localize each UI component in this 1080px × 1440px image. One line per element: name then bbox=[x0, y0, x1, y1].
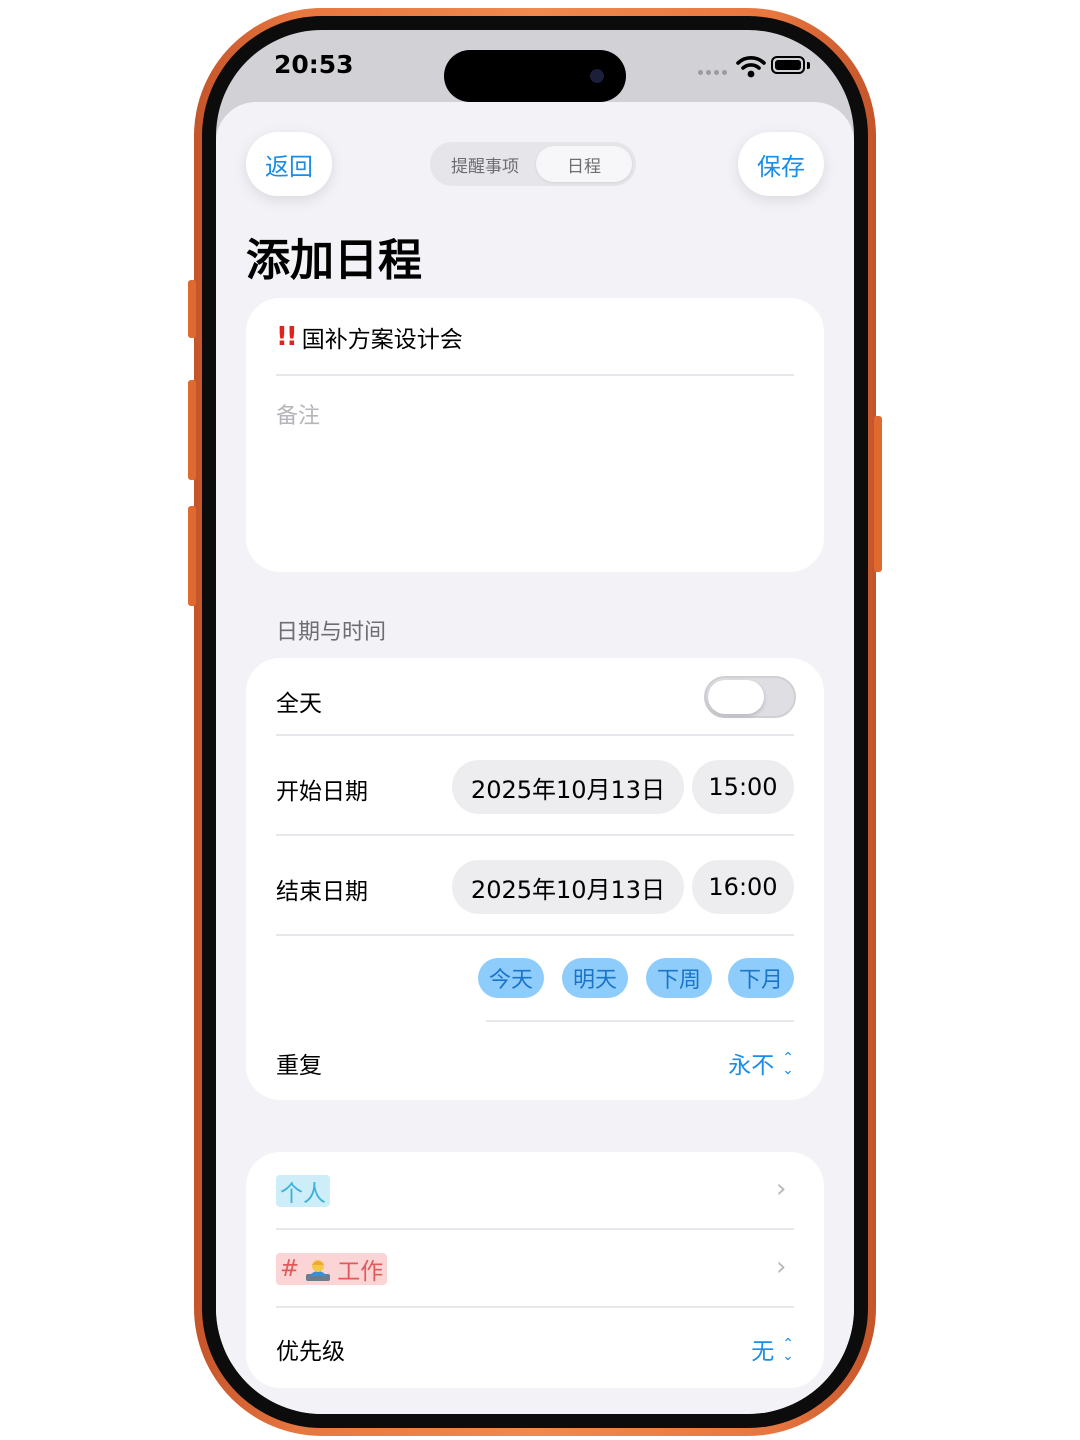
screen: 20:53 返回 提醒事项 日程 保存 添加日程 !! 国补方案设计会 备注 日… bbox=[216, 30, 854, 1414]
priority-selector[interactable]: 无 ⌃ ⌃ bbox=[751, 1332, 794, 1366]
end-time-picker[interactable]: 16:00 bbox=[692, 860, 794, 914]
start-date-picker[interactable]: 2025年10月13日 bbox=[452, 760, 684, 814]
segment-events[interactable]: 日程 bbox=[536, 146, 632, 182]
start-time-picker[interactable]: 15:00 bbox=[692, 760, 794, 814]
all-day-label: 全天 bbox=[276, 691, 322, 717]
divider bbox=[276, 1228, 794, 1230]
title-notes-card: !! 国补方案设计会 备注 bbox=[246, 298, 824, 572]
dynamic-island bbox=[444, 50, 626, 102]
chevron-right-icon[interactable]: › bbox=[776, 1174, 786, 1204]
repeat-label: 重复 bbox=[276, 1053, 322, 1079]
end-date-picker[interactable]: 2025年10月13日 bbox=[452, 860, 684, 914]
add-event-sheet: 返回 提醒事项 日程 保存 添加日程 !! 国补方案设计会 备注 日期与时间 全… bbox=[216, 102, 854, 1414]
date-time-section-label: 日期与时间 bbox=[276, 620, 387, 645]
chevron-up-down-icon: ⌃ ⌃ bbox=[782, 1336, 794, 1362]
start-date-label: 开始日期 bbox=[276, 779, 368, 805]
chevron-right-icon[interactable]: › bbox=[776, 1252, 786, 1282]
all-day-toggle[interactable] bbox=[704, 676, 796, 718]
quick-pick-tomorrow[interactable]: 明天 bbox=[562, 958, 628, 998]
details-card: 个人 › # 工作 › 优先级 无 ⌃ ⌃ bbox=[246, 1152, 824, 1388]
divider bbox=[276, 1306, 794, 1308]
date-time-card: 全天 开始日期 2025年10月13日 15:00 结束日期 2025年10月1… bbox=[246, 658, 824, 1100]
divider bbox=[276, 934, 794, 936]
event-title-field[interactable]: !! 国补方案设计会 bbox=[276, 320, 463, 354]
hash-symbol: # bbox=[280, 1256, 300, 1282]
divider bbox=[276, 734, 794, 736]
priority-label: 优先级 bbox=[276, 1339, 345, 1365]
segment-reminders[interactable]: 提醒事项 bbox=[434, 146, 536, 182]
volume-up-button bbox=[188, 380, 196, 480]
save-button[interactable]: 保存 bbox=[738, 132, 824, 196]
repeat-selector[interactable]: 永不 ⌃ ⌃ bbox=[728, 1046, 794, 1080]
work-tag-label: 工作 bbox=[337, 1259, 384, 1285]
toggle-knob bbox=[708, 680, 764, 714]
divider bbox=[276, 374, 794, 376]
end-date-label: 结束日期 bbox=[276, 879, 368, 905]
priority-value: 无 bbox=[751, 1339, 775, 1365]
quick-pick-next-week[interactable]: 下周 bbox=[646, 958, 712, 998]
page-title: 添加日程 bbox=[246, 235, 422, 286]
wifi-icon bbox=[736, 56, 766, 78]
quick-pick-next-month[interactable]: 下月 bbox=[728, 958, 794, 998]
back-button[interactable]: 返回 bbox=[246, 132, 332, 196]
camera-icon bbox=[590, 69, 604, 83]
power-button bbox=[874, 416, 882, 572]
chevron-up-down-icon: ⌃ ⌃ bbox=[782, 1050, 794, 1076]
battery-cap bbox=[807, 62, 810, 69]
status-time: 20:53 bbox=[274, 50, 354, 79]
volume-down-button bbox=[188, 506, 196, 606]
divider bbox=[486, 1020, 794, 1022]
event-title-text: 国补方案设计会 bbox=[301, 327, 463, 353]
type-segmented-control[interactable]: 提醒事项 日程 bbox=[430, 142, 636, 186]
repeat-value: 永不 bbox=[728, 1053, 775, 1079]
battery-icon bbox=[771, 56, 805, 74]
priority-mark: !! bbox=[276, 322, 298, 352]
notes-field[interactable]: 备注 bbox=[276, 398, 320, 430]
action-button bbox=[188, 280, 196, 338]
calendar-tag: 个人 bbox=[276, 1175, 330, 1207]
quick-pick-today[interactable]: 今天 bbox=[478, 958, 544, 998]
divider bbox=[276, 834, 794, 836]
cellular-signal-icon bbox=[698, 70, 727, 75]
technologist-emoji-icon bbox=[306, 1260, 331, 1281]
work-tag: # 工作 bbox=[276, 1253, 388, 1285]
